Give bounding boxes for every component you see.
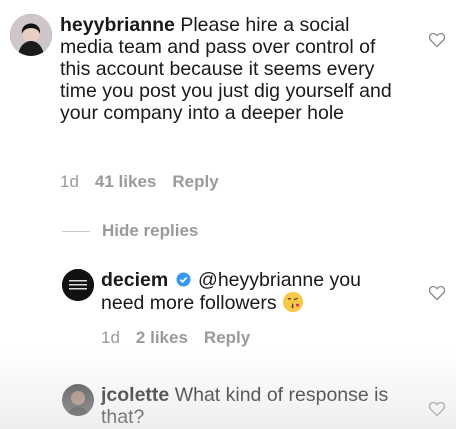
- reply-username[interactable]: deciem: [101, 269, 168, 291]
- comment-text: jcolette What kind of response is that?: [101, 384, 401, 428]
- like-heart-icon[interactable]: [428, 32, 446, 48]
- reply-button[interactable]: Reply: [172, 172, 218, 192]
- comment-likes[interactable]: 41 likes: [95, 172, 156, 192]
- like-heart-icon[interactable]: [428, 401, 446, 417]
- comment-heyybrianne: heyybrianne Please hire a social media t…: [0, 0, 456, 200]
- avatar[interactable]: [10, 14, 52, 56]
- hide-replies-button[interactable]: Hide replies: [102, 221, 198, 241]
- reply-text: deciem @heyybrianne you need more follow…: [101, 269, 401, 314]
- comment-age: 1d: [60, 172, 79, 191]
- verified-badge-icon: [176, 272, 191, 287]
- reply-meta: 1d 2 likes Reply: [101, 328, 250, 348]
- reply-deciem: deciem @heyybrianne you need more follow…: [0, 260, 456, 360]
- reply-age: 1d: [101, 328, 120, 347]
- comment-text: heyybrianne Please hire a social media t…: [60, 14, 402, 124]
- reply-button[interactable]: Reply: [204, 328, 250, 348]
- comment-jcolette: jcolette What kind of response is that?: [0, 375, 456, 429]
- divider: [62, 230, 90, 232]
- like-heart-icon[interactable]: [428, 285, 446, 301]
- comment-username[interactable]: heyybrianne: [60, 14, 175, 36]
- avatar[interactable]: [62, 269, 94, 301]
- avatar[interactable]: [62, 384, 94, 416]
- reply-likes[interactable]: 2 likes: [136, 328, 188, 348]
- hide-replies-row[interactable]: Hide replies: [62, 221, 198, 241]
- comment-username[interactable]: jcolette: [101, 384, 169, 406]
- comment-meta: 1d 41 likes Reply: [60, 172, 219, 192]
- kissing-face-emoji-icon: [282, 291, 304, 313]
- reply-mention[interactable]: @heyybrianne: [198, 269, 324, 291]
